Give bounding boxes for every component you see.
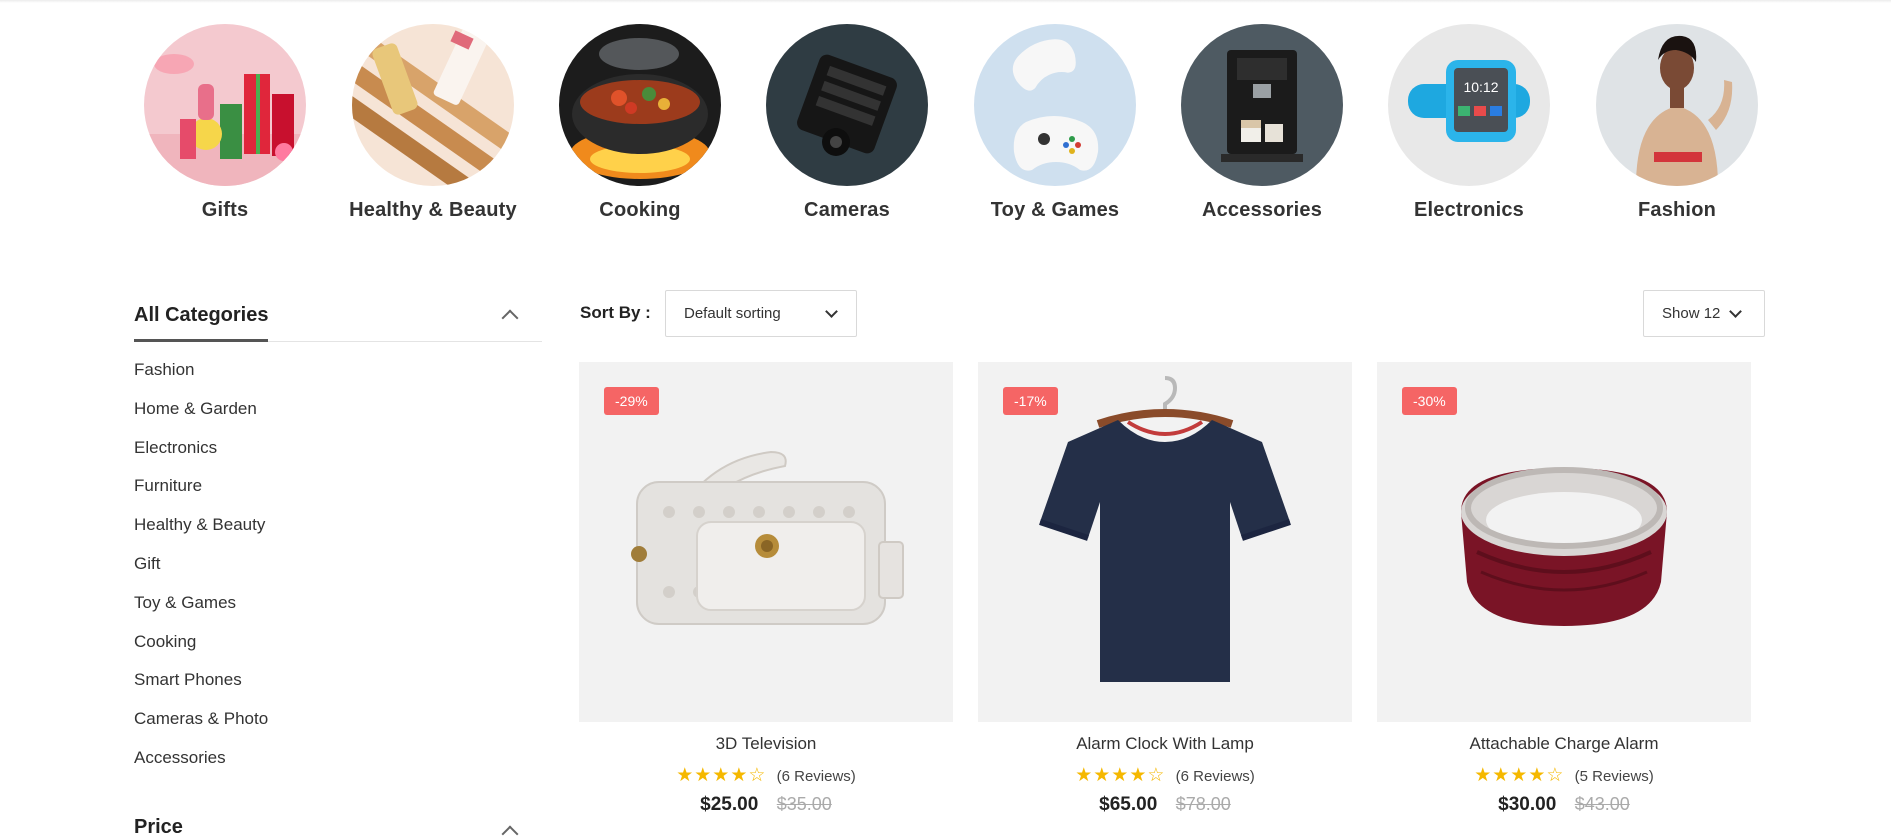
beauty-image — [352, 24, 514, 186]
collapse-chevron-icon[interactable] — [501, 309, 519, 327]
chevron-down-icon — [825, 305, 838, 318]
discount-badge: -17% — [1003, 387, 1058, 415]
price-title: Price — [134, 816, 183, 838]
smartwatch-image: 10:12 — [1388, 24, 1550, 186]
sort-label: Sort By : — [580, 303, 651, 322]
coffee-machine-image — [1181, 24, 1343, 186]
category-label: Toy & Games — [990, 199, 1120, 221]
review-count: (5 Reviews) — [1574, 768, 1654, 785]
product-rating: ★★★★☆ (5 Reviews) — [1377, 764, 1751, 787]
product-rating: ★★★★☆ (6 Reviews) — [579, 764, 953, 787]
gamepad-image — [974, 24, 1136, 186]
sidebar-item-electronics[interactable]: Electronics — [134, 436, 542, 475]
star-icon: ★ — [1528, 765, 1547, 786]
top-shadow — [0, 0, 1891, 3]
sidebar-item-smart-phones[interactable]: Smart Phones — [134, 668, 542, 707]
star-icon: ★ — [676, 765, 695, 786]
star-empty-icon: ☆ — [1147, 765, 1166, 786]
product-price: $65.00 $78.00 — [978, 794, 1352, 816]
category-list: Fashion Home & Garden Electronics Furnit… — [134, 358, 542, 785]
star-empty-icon: ☆ — [1546, 765, 1565, 786]
product-name[interactable]: 3D Television — [579, 734, 953, 754]
cooking-image — [559, 24, 721, 186]
sort-select[interactable]: Default sorting — [665, 290, 857, 337]
sidebar-item-accessories[interactable]: Accessories — [134, 746, 542, 785]
category-carousel: Gifts Healthy & Beauty Cooking Cameras T… — [0, 24, 1891, 224]
categories-title: All Categories — [134, 304, 269, 342]
sidebar-item-healthy-beauty[interactable]: Healthy & Beauty — [134, 513, 542, 552]
review-count: (6 Reviews) — [1175, 768, 1255, 785]
product-name[interactable]: Alarm Clock With Lamp — [978, 734, 1352, 754]
star-icon: ★ — [1075, 765, 1094, 786]
sidebar-item-toy-games[interactable]: Toy & Games — [134, 591, 542, 630]
category-label: Cameras — [804, 199, 890, 221]
product-price: $25.00 $35.00 — [579, 794, 953, 816]
category-label: Accessories — [1201, 199, 1323, 221]
headband-image — [1461, 467, 1667, 626]
category-toy-games[interactable]: Toy & Games — [950, 24, 1160, 222]
star-icon: ★ — [730, 765, 749, 786]
sidebar-item-home-garden[interactable]: Home & Garden — [134, 397, 542, 436]
star-icon: ★ — [1510, 765, 1529, 786]
category-cameras[interactable]: Cameras — [742, 24, 952, 222]
show-count-value: Show 12 — [1662, 305, 1721, 322]
product-card[interactable]: -30% Attachable Charge Alarm ★★★★☆ (5 Re… — [1377, 362, 1751, 816]
sidebar-item-cameras-photo[interactable]: Cameras & Photo — [134, 707, 542, 746]
product-card[interactable]: -29% 3D Television ★★★★☆ (6 Reviews) $25… — [579, 362, 953, 816]
star-icon: ★ — [1129, 765, 1148, 786]
sidebar-item-gift[interactable]: Gift — [134, 552, 542, 591]
product-image-box[interactable]: -17% — [978, 362, 1352, 722]
category-label: Cooking — [599, 199, 681, 221]
category-fashion[interactable]: Fashion — [1572, 24, 1782, 222]
star-icon: ★ — [1492, 765, 1511, 786]
product-image-box[interactable]: -29% — [579, 362, 953, 722]
old-price: $43.00 — [1574, 794, 1630, 814]
category-label: Electronics — [1413, 199, 1525, 221]
review-count: (6 Reviews) — [776, 768, 856, 785]
category-label: Fashion — [1637, 199, 1717, 221]
current-price: $65.00 — [1099, 794, 1158, 815]
sidebar-item-furniture[interactable]: Furniture — [134, 474, 542, 513]
star-icon: ★ — [712, 765, 731, 786]
star-icon: ★ — [694, 765, 713, 786]
tshirt-image — [1039, 376, 1291, 682]
collapse-chevron-icon[interactable] — [501, 825, 519, 838]
star-icon: ★ — [1093, 765, 1112, 786]
svg-text:10:12: 10:12 — [1463, 79, 1498, 95]
sidebar-item-fashion[interactable]: Fashion — [134, 358, 542, 397]
gifts-image — [144, 24, 306, 186]
category-accessories[interactable]: Accessories — [1157, 24, 1367, 222]
price-header[interactable]: Price — [134, 816, 542, 838]
old-price: $35.00 — [776, 794, 832, 814]
categories-header[interactable]: All Categories — [134, 290, 542, 342]
category-label: Gifts — [201, 199, 249, 221]
discount-badge: -30% — [1402, 387, 1457, 415]
old-price: $78.00 — [1175, 794, 1231, 814]
star-icon: ★ — [1474, 765, 1493, 786]
current-price: $30.00 — [1498, 794, 1557, 815]
discount-badge: -29% — [604, 387, 659, 415]
chevron-down-icon — [1729, 305, 1742, 318]
handbag-image — [631, 450, 904, 625]
category-healthy-beauty[interactable]: Healthy & Beauty — [328, 24, 538, 222]
sidebar-item-cooking[interactable]: Cooking — [134, 630, 542, 669]
sort-value: Default sorting — [684, 305, 781, 322]
camera-image — [766, 24, 928, 186]
star-empty-icon: ☆ — [748, 765, 767, 786]
product-price: $30.00 $43.00 — [1377, 794, 1751, 816]
category-label: Healthy & Beauty — [349, 199, 517, 221]
product-rating: ★★★★☆ (6 Reviews) — [978, 764, 1352, 787]
current-price: $25.00 — [700, 794, 759, 815]
fashion-model-image — [1596, 24, 1758, 186]
category-gifts[interactable]: Gifts — [120, 24, 330, 222]
star-icon: ★ — [1111, 765, 1130, 786]
product-name[interactable]: Attachable Charge Alarm — [1377, 734, 1751, 754]
category-electronics[interactable]: 10:12 Electronics — [1364, 24, 1574, 222]
show-count-select[interactable]: Show 12 — [1643, 290, 1765, 337]
sidebar: All Categories Fashion Home & Garden Ele… — [134, 290, 542, 838]
product-card[interactable]: -17% Alarm Clock With Lamp ★★★★☆ (6 Revi… — [978, 362, 1352, 816]
category-cooking[interactable]: Cooking — [535, 24, 745, 222]
product-image-box[interactable]: -30% — [1377, 362, 1751, 722]
